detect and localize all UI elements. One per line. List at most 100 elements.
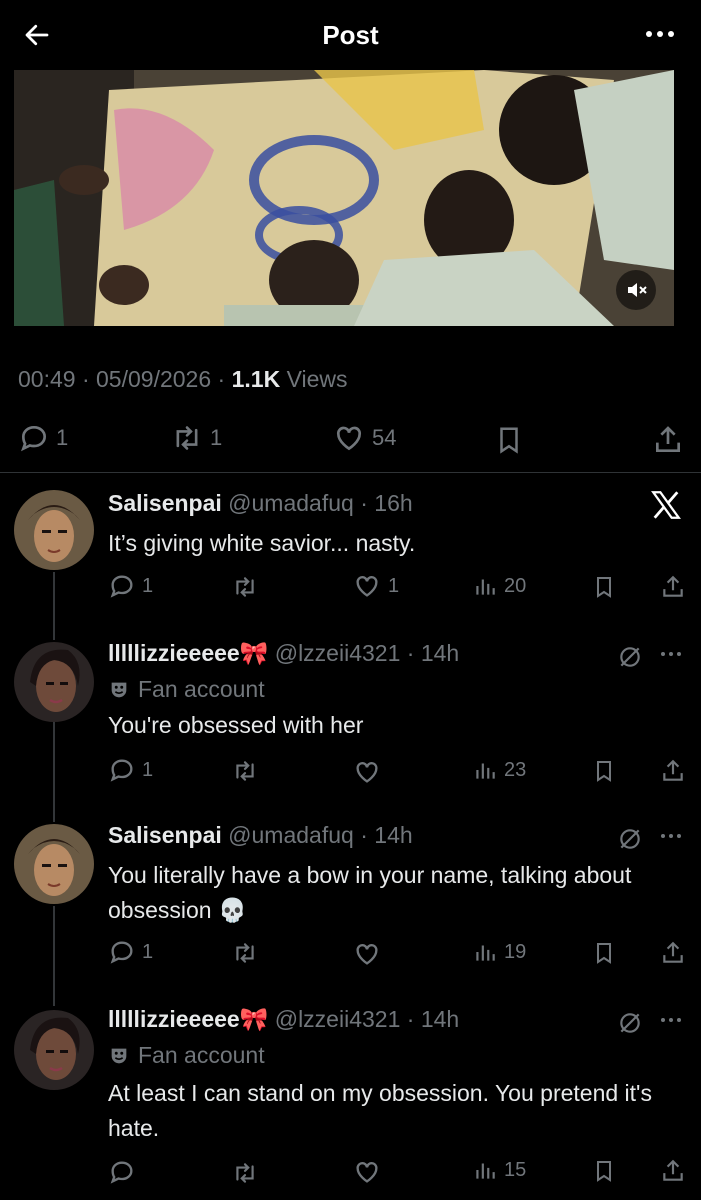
handle[interactable]: @lzzeii4321 [275,640,401,666]
bookmark-icon[interactable] [592,940,616,966]
reply-action-bar: 15 [0,1154,701,1190]
more-options-icon[interactable] [659,1014,683,1026]
grok-icon[interactable] [617,826,643,852]
avatar[interactable] [14,642,94,722]
reply-button[interactable]: 1 [108,756,153,784]
post-meta: 00:49 · 05/09/2026 · 1.1K Views [18,366,348,392]
post-video[interactable] [14,70,674,326]
views-count: 20 [504,574,527,597]
views-count: 19 [504,940,527,963]
bookmark-icon[interactable] [494,424,524,456]
repost-count: 1 [210,425,223,450]
heart-icon[interactable] [352,1158,382,1186]
mute-button[interactable] [616,270,656,310]
repost-icon[interactable] [230,758,260,784]
x-logo-icon [651,491,681,519]
reply-text: It’s giving white savior... nasty. [108,530,416,556]
reply-header: Salisenpai @umadafuq · 16h [108,490,413,516]
views-icon [476,579,495,595]
avatar[interactable] [14,824,94,904]
reply-header: lllllizzieeeee🎀 @lzzeii4321 · 14h [108,640,460,666]
handle[interactable]: @umadafuq [228,822,354,848]
like-button[interactable]: 54 [332,422,396,454]
views-icon [476,945,495,961]
handle[interactable]: @umadafuq [228,490,354,516]
share-icon[interactable] [660,574,686,600]
reply-icon [110,941,133,964]
reply-header: Salisenpai @umadafuq · 14h [108,822,413,848]
avatar[interactable] [14,1010,94,1090]
reply-icon[interactable] [108,1158,136,1186]
display-name[interactable]: Salisenpai [108,822,222,848]
heart-icon [356,576,378,597]
repost-icon[interactable] [230,940,260,966]
heart-icon[interactable] [352,940,382,968]
reply-text: At least I can stand on my obsession. Yo… [108,1080,652,1141]
reply-icon [21,425,47,452]
heart-icon [336,426,362,451]
reply-action-bar: 1 1 20 [0,568,701,604]
post-time: 00:49 [18,366,76,392]
bookmark-icon[interactable] [592,1158,616,1184]
share-icon[interactable] [660,1158,686,1184]
reply-header: lllllizzieeeee🎀 @lzzeii4321 · 14h [108,1006,460,1032]
views-count: 1.1K [231,366,281,392]
reply-icon [110,759,133,782]
display-name[interactable]: Salisenpai [108,490,222,516]
avatar[interactable] [14,490,94,570]
views-button[interactable]: 15 [472,1156,526,1184]
grok-icon[interactable] [617,644,643,670]
grok-icon[interactable] [617,1010,643,1036]
reply-count: 1 [142,574,154,597]
top-bar: Post [0,0,701,70]
share-icon[interactable] [660,758,686,784]
reply-button[interactable]: 1 [108,938,153,966]
reply-count: 1 [142,758,154,781]
reply-button[interactable]: 1 [108,572,153,600]
bookmark-icon[interactable] [592,758,616,784]
more-options-icon[interactable] [643,22,677,46]
reply-action-bar: 1 23 [0,752,701,788]
views-button[interactable]: 19 [472,938,526,966]
fan-account-label: Fan account [138,1042,265,1068]
views-button[interactable]: 23 [472,756,526,784]
display-name[interactable]: lllllizzieeeee🎀 [108,1006,268,1032]
timestamp: 14h [374,822,413,848]
divider [0,472,701,473]
reply-count: 1 [56,425,69,450]
fan-account-label: Fan account [138,676,265,702]
views-icon [476,763,495,779]
like-button[interactable]: 1 [352,572,399,600]
like-count: 54 [372,425,397,450]
more-options-icon[interactable] [659,830,683,842]
fan-account-badge: Fan account [108,676,265,703]
timestamp: 16h [374,490,413,516]
views-icon [476,1163,495,1179]
handle[interactable]: @lzzeii4321 [275,1006,401,1032]
timestamp: 14h [420,640,460,666]
like-count: 1 [388,574,400,597]
post-action-bar: 1 1 54 [0,420,701,460]
fan-account-badge: Fan account [108,1042,265,1069]
display-name[interactable]: lllllizzieeeee🎀 [108,640,268,666]
reply-text: You literally have a bow in your name, t… [108,862,632,923]
reply-icon [110,575,133,598]
more-options-icon[interactable] [659,648,683,660]
video-frame-image [14,70,674,326]
views-button[interactable]: 20 [472,572,526,600]
repost-icon[interactable] [230,1160,260,1186]
reply-button[interactable]: 1 [18,422,68,454]
repost-button[interactable]: 1 [170,422,222,454]
theater-mask-icon [111,1048,127,1063]
heart-icon[interactable] [352,758,382,786]
reply-action-bar: 1 19 [0,934,701,970]
share-icon[interactable] [660,940,686,966]
reply-text: You're obsessed with her [108,712,364,738]
share-icon[interactable] [652,424,684,456]
reply-count: 1 [142,940,154,963]
repost-icon[interactable] [230,574,260,600]
views-count: 23 [504,758,527,781]
views-count: 15 [504,1158,527,1181]
post-date: 05/09/2026 [96,366,212,392]
bookmark-icon[interactable] [592,574,616,600]
